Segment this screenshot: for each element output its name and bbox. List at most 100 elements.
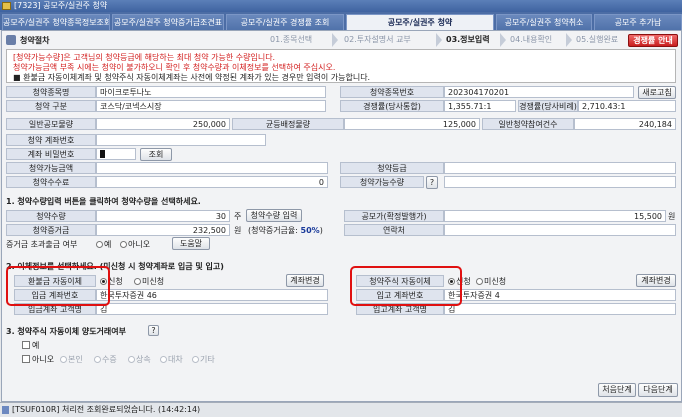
lookup-button[interactable]: 조회 [140,148,172,161]
contact-input[interactable] [444,224,676,236]
transfer-question-button[interactable]: ? [148,325,159,336]
radio-icon[interactable] [94,356,101,363]
transfer-no-label: 아니오 [32,355,55,364]
window-title: [7323] 공모주/실권주 청약 [14,1,108,10]
status-text: [TSUF010R] 처리전 조회완료되었습니다. (14:42:14) [12,405,201,414]
avail-amount-value [96,162,328,174]
deposit-rate-suffix: ) [319,226,323,235]
excess-no-label: 아니오 [128,240,151,249]
deposit-owner-value: 김 [96,303,328,315]
radio-icon[interactable] [120,241,127,248]
step-arrow-icon [566,33,572,47]
change-stock-account-button[interactable]: 계좌변경 [636,274,676,287]
stock-name-label: 청약종목명 [6,86,96,98]
step-3: 03.정보입력 [446,35,490,44]
tab-competition[interactable]: 공모주/실권주 경쟁률 조회 [226,14,344,30]
transfer-no-option[interactable]: 아니오 [22,354,54,365]
avail-qty-question-button[interactable]: ? [426,176,438,189]
password-label: 계좌 비밀번호 [6,148,96,160]
fee-value: 0 [96,176,328,188]
general-qty-label: 일반공모물량 [6,118,96,130]
general-count-label: 일반청약참여건수 [482,118,574,130]
transfer-yes-option[interactable]: 예 [22,340,39,351]
avail-qty-label: 청약가능수량 [340,176,424,188]
transfer-option-label: 수증 [102,355,117,364]
offer-price-label: 공모가(확정발행가) [344,210,444,222]
radio-icon[interactable] [134,278,141,285]
rate2-value: 2,710.43:1 [578,100,676,112]
highlight-refund [6,266,110,306]
transfer-option-label: 본인 [68,355,83,364]
tab-deposit-table[interactable]: 공모주/실권주 청약증거금조견표 [112,14,224,30]
tab-additional[interactable]: 공모주 추가납 [594,14,682,30]
status-bar: [TSUF010R] 처리전 조회완료되었습니다. (14:42:14) [0,402,682,417]
qty-input-button[interactable]: 청약수량 입력 [246,209,302,222]
stock-not-apply-option[interactable]: 미신청 [476,276,506,287]
stock-name-value: 마이크로투나노 [96,86,326,98]
radio-icon[interactable] [476,278,483,285]
offer-price-value: 15,500 [444,210,666,222]
highlight-stock-transfer [350,266,462,306]
first-step-button[interactable]: 처음단계 [598,383,636,397]
window-titlebar: [7323] 공모주/실권주 청약 [0,0,682,12]
deposit-rate-prefix: (청약증거금율: [248,226,298,235]
type-label: 청약 구분 [6,100,96,112]
equal-qty-value: 125,000 [344,118,480,130]
checkbox-icon[interactable] [22,355,30,363]
section1-title: 1. 청약수량입력 버튼을 클릭하여 청약수량을 선택하세요. [6,197,201,206]
notice-line-3: ■ 환불금 자동이체계좌 및 청약주식 자동이체계좌는 사전에 약정된 계좌가 … [13,73,371,82]
rate-value: 1,355.71:1 [444,100,516,112]
tab-subscribe[interactable]: 공모주/실권주 청약 [346,14,494,30]
radio-icon[interactable] [60,356,67,363]
excess-no-option[interactable]: 아니오 [120,239,150,250]
tab-stock-info[interactable]: 공모주/실권주 청약종목정보조회 [2,14,110,30]
transfer-option-2[interactable]: 수증 [94,354,117,365]
general-count-value: 240,184 [574,118,676,130]
tab-bar: 공모주/실권주 청약종목정보조회 공모주/실권주 청약증거금조견표 공모주/실권… [0,12,682,30]
transfer-option-label: 기타 [200,355,215,364]
tab-cancel[interactable]: 공모주/실권주 청약취소 [496,14,592,30]
process-icon [6,35,16,45]
app-icon [2,2,11,10]
avail-amount-label: 청약가능금액 [6,162,96,174]
qty-unit: 주 [234,212,242,221]
step-arrow-icon [500,33,506,47]
excess-yes-option[interactable]: 예 [96,239,111,250]
refresh-button[interactable]: 새로고침 [638,86,676,99]
grade-label: 청약등급 [340,162,444,174]
step-5: 05.실행완료 [576,35,619,44]
next-step-button[interactable]: 다음단계 [638,383,678,397]
deposit-rate-value: 50% [300,226,320,235]
deposit-account-value: 한국투자증권 46 [96,289,328,301]
competition-guide-button[interactable]: 경쟁률 안내 [628,34,678,47]
price-unit: 원 [668,212,676,221]
transfer-option-3[interactable]: 상속 [128,354,151,365]
deposit-rate-text: (청약증거금율: 50%) [248,225,323,236]
contact-label: 연락처 [344,224,444,236]
step-arrow-icon [332,33,338,47]
notice-box: [청약가능수량]은 고객님의 청약등급에 해당하는 최대 청약 가능한 수량입니… [6,49,676,83]
help-button[interactable]: 도움말 [172,237,210,250]
radio-icon[interactable] [192,356,199,363]
general-qty-value: 250,000 [96,118,230,130]
transfer-option-4[interactable]: 대차 [160,354,183,365]
transfer-option-1[interactable]: 본인 [60,354,83,365]
deposit-value: 232,500 [96,224,230,236]
step-arrow-icon [436,33,442,47]
refund-not-apply-option[interactable]: 미신청 [134,276,164,287]
stock-not-apply-label: 미신청 [484,277,507,286]
account-input[interactable] [96,134,266,146]
radio-icon[interactable] [128,356,135,363]
checkbox-icon[interactable] [22,341,30,349]
transfer-yes-label: 예 [32,341,40,350]
change-refund-account-button[interactable]: 계좌변경 [286,274,324,287]
radio-icon[interactable] [160,356,167,363]
password-input[interactable] [96,148,136,160]
fee-label: 청약수수료 [6,176,96,188]
qty-input[interactable]: 30 [96,210,230,222]
step-1: 01.종목선택 [270,35,313,44]
transfer-option-label: 대차 [168,355,183,364]
radio-icon[interactable] [96,241,103,248]
transfer-option-5[interactable]: 기타 [192,354,215,365]
stock-owner-value: 김 [444,303,676,315]
